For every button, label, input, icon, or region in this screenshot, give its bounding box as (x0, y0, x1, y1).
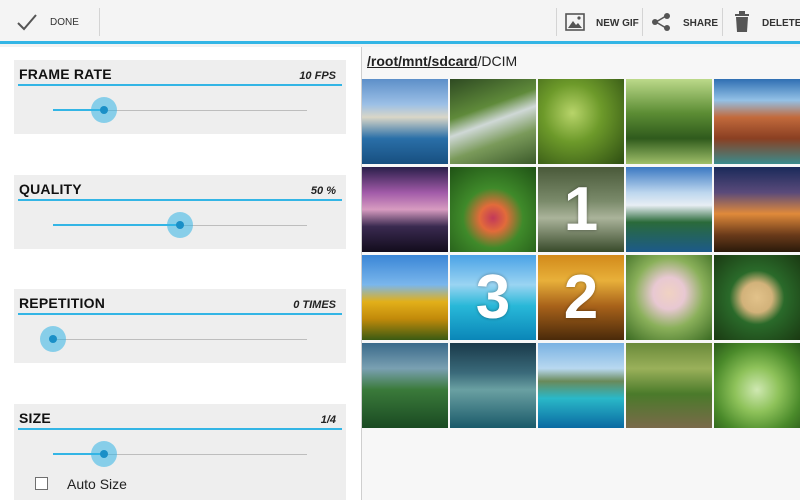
repetition-card: REPETITION 0 TIMES (14, 289, 346, 363)
slider-thumb-center (99, 106, 108, 114)
thumbnail-waterfall-steps[interactable] (450, 79, 536, 164)
thumbnail-green-leaves[interactable] (538, 79, 624, 164)
action-bar: DONE NEW GIF SHARE DELETE (0, 0, 800, 44)
thumbnail-man-with-dog[interactable] (626, 343, 712, 428)
slider-thumb-center (49, 335, 57, 343)
slider-thumb[interactable] (167, 212, 193, 238)
size-value: 1/4 (320, 414, 336, 426)
share-button[interactable]: SHARE (643, 0, 722, 44)
slider-thumb[interactable] (40, 326, 66, 352)
trash-icon (735, 11, 749, 32)
thumbnail-jungle-waterfall[interactable] (362, 343, 448, 428)
thumbnail-purple-sunset-lake[interactable] (362, 167, 448, 252)
quality-title: QUALITY (19, 181, 82, 197)
selection-order-number: 1 (563, 175, 599, 244)
size-slider[interactable] (40, 441, 320, 467)
selection-order-number: 3 (475, 263, 511, 332)
thumbnail-laughing-child[interactable] (626, 255, 712, 340)
quality-card: QUALITY 50 % (14, 175, 346, 249)
thumbnail-garden-statue[interactable]: 1 (538, 167, 624, 252)
auto-size-label: Auto Size (67, 476, 127, 492)
frame-rate-underline (18, 84, 342, 86)
thumbnail-sunset-sky[interactable] (714, 167, 800, 252)
thumbnail-cliffs-kayaks[interactable] (362, 79, 448, 164)
repetition-title: REPETITION (19, 295, 106, 311)
frame-rate-card: FRAME RATE 10 FPS (14, 60, 346, 134)
new-gif-label: NEW GIF (596, 18, 639, 29)
delete-label: DELETE (762, 18, 800, 29)
done-button[interactable]: DONE (0, 0, 100, 44)
thumbnail-red-canyon-river[interactable] (714, 79, 800, 164)
thumbnail-forest-path-cyclists[interactable] (626, 79, 712, 164)
quality-value: 50 % (310, 185, 336, 197)
breadcrumb: /root/mnt/sdcard/DCIM (367, 53, 517, 69)
breadcrumb-current: /DCIM (477, 53, 518, 69)
frame-rate-slider[interactable] (40, 97, 320, 123)
settings-panel: FRAME RATE 10 FPS QUALITY 50 % REPETITIO… (0, 47, 361, 500)
repetition-value: 0 TIMES (293, 299, 336, 311)
slider-track (53, 339, 307, 340)
size-title: SIZE (19, 410, 51, 426)
thumbnail-mountain-lake[interactable] (626, 167, 712, 252)
thumbnail-island-beach[interactable]: 3 (450, 255, 536, 340)
thumbnail-tree-island[interactable] (450, 343, 536, 428)
size-underline (18, 428, 342, 430)
breadcrumb-link[interactable]: /root/mnt/sdcard (367, 53, 477, 69)
thumbnail-autumn-forest[interactable]: 2 (538, 255, 624, 340)
share-label: SHARE (683, 18, 719, 29)
quality-underline (18, 199, 342, 201)
quality-slider[interactable] (40, 212, 320, 238)
thumbnail-heart-lake[interactable] (714, 255, 800, 340)
thumbnail-grid: 132 (362, 79, 800, 428)
slider-fill (53, 224, 180, 226)
size-card: SIZE 1/4 (14, 404, 346, 500)
slider-thumb-center (99, 450, 108, 458)
slider-thumb-center (176, 221, 184, 229)
thumbnail-flower-garden[interactable] (450, 167, 536, 252)
checkmark-icon (17, 14, 37, 31)
file-browser: /root/mnt/sdcard/DCIM 132 (362, 47, 800, 500)
share-icon (652, 13, 670, 31)
new-gif-button[interactable]: NEW GIF (557, 0, 642, 44)
delete-button[interactable]: DELETE (723, 0, 800, 44)
slider-thumb[interactable] (90, 97, 117, 123)
auto-size-checkbox[interactable] (35, 477, 48, 490)
action-bar-divider (99, 8, 100, 36)
selection-order-number: 2 (563, 263, 599, 332)
thumbnail-succulent-plant[interactable] (714, 343, 800, 428)
thumbnail-sunflower-field[interactable] (362, 255, 448, 340)
thumbnail-coastal-bay[interactable] (538, 343, 624, 428)
image-icon (565, 13, 585, 31)
frame-rate-title: FRAME RATE (19, 66, 112, 82)
done-label: DONE (50, 17, 79, 28)
slider-thumb[interactable] (90, 441, 117, 467)
frame-rate-value: 10 FPS (299, 70, 336, 82)
repetition-slider[interactable] (40, 326, 320, 352)
repetition-underline (18, 313, 342, 315)
